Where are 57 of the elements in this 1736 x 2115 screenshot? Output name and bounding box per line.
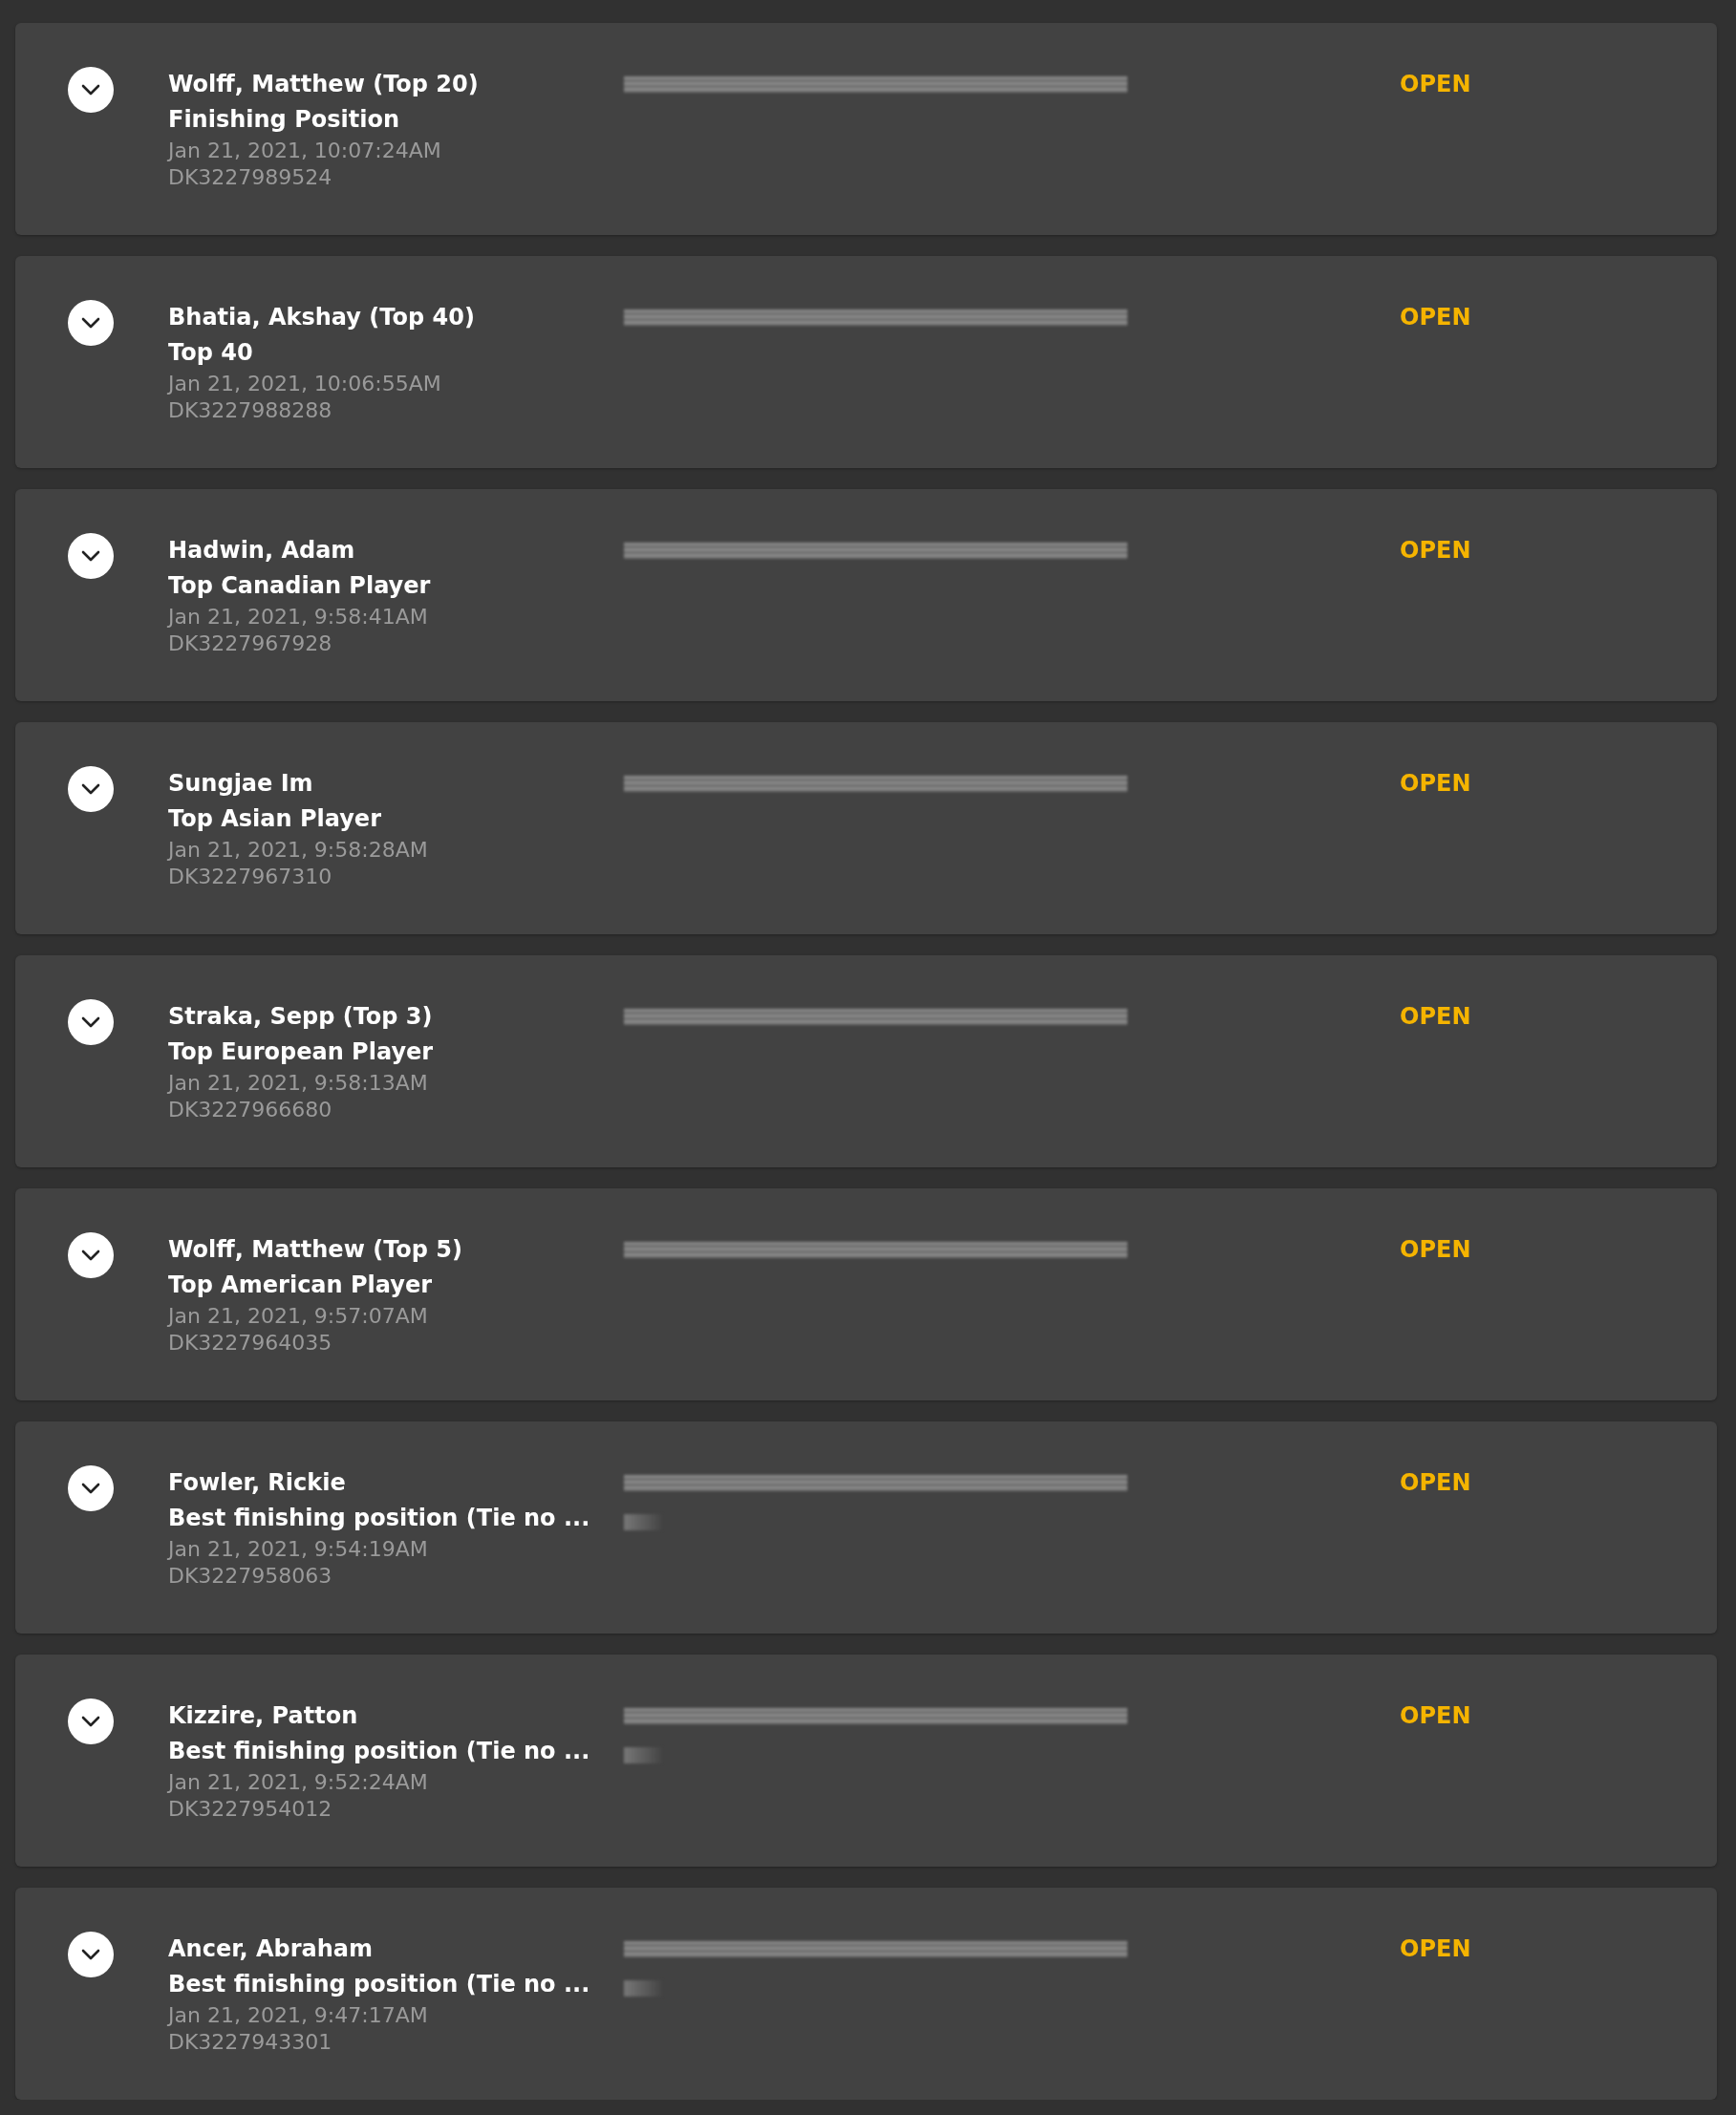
ticket-id: DK3227966680 [168,1097,333,1123]
selection-name: Kizzire, Patton [168,1701,359,1731]
ticket-id: DK3227943301 [168,2029,333,2056]
status-label: OPEN [1400,1236,1471,1263]
status-label: OPEN [1400,1003,1471,1030]
placed-time: Jan 21, 2021, 9:58:28AM [168,837,429,864]
placed-time: Jan 21, 2021, 9:58:13AM [168,1070,429,1097]
redacted-bar [624,1514,662,1530]
selection-name: Ancer, Abraham [168,1934,375,1964]
ticket-id: DK3227989524 [168,164,333,191]
selection-name: Wolff, Matthew (Top 5) [168,1235,463,1265]
placed-time: Jan 21, 2021, 9:57:07AM [168,1303,429,1330]
ticket-id: DK3227964035 [168,1330,333,1357]
selection-name: Fowler, Rickie [168,1468,347,1498]
expand-button[interactable] [68,1465,114,1511]
status-label: OPEN [1400,1935,1471,1962]
market-name: Top 40 [168,338,254,368]
market-name: Top Asian Player [168,804,382,834]
placed-time: Jan 21, 2021, 9:58:41AM [168,604,429,630]
market-name: Top Canadian Player [168,571,432,601]
placed-time: Jan 21, 2021, 10:06:55AM [168,371,442,397]
market-name: Finishing Position [168,105,400,135]
market-name: Best finishing position (Tie no ... [168,1504,591,1533]
status-label: OPEN [1400,1469,1471,1496]
expand-button[interactable] [68,1932,114,1977]
expand-button[interactable] [68,1698,114,1744]
status-label: OPEN [1400,1702,1471,1729]
ticket-id: DK3227967928 [168,630,333,657]
selection-name: Sungjae Im [168,769,314,799]
ticket-id: DK3227988288 [168,397,333,424]
market-name: Top American Player [168,1271,434,1300]
ticket-id: DK3227967310 [168,864,333,890]
status-label: OPEN [1400,71,1471,97]
status-label: OPEN [1400,537,1471,564]
expand-button[interactable] [68,1232,114,1278]
expand-button[interactable] [68,300,114,346]
redacted-bar [624,1980,662,1997]
placed-time: Jan 21, 2021, 9:54:19AM [168,1536,429,1563]
expand-button[interactable] [68,533,114,579]
market-name: Top European Player [168,1037,435,1067]
market-name: Best finishing position (Tie no ... [168,1970,591,1999]
selection-name: Bhatia, Akshay (Top 40) [168,303,476,332]
selection-name: Hadwin, Adam [168,536,356,566]
market-name: Best finishing position (Tie no ... [168,1737,591,1766]
placed-time: Jan 21, 2021, 10:07:24AM [168,138,442,164]
selection-name: Straka, Sepp (Top 3) [168,1002,434,1032]
ticket-id: DK3227958063 [168,1563,333,1590]
placed-time: Jan 21, 2021, 9:47:17AM [168,2002,429,2029]
selection-name: Wolff, Matthew (Top 20) [168,70,480,99]
expand-button[interactable] [68,766,114,812]
ticket-id: DK3227954012 [168,1796,333,1823]
redacted-bar [624,1747,662,1763]
expand-button[interactable] [68,999,114,1045]
status-label: OPEN [1400,304,1471,331]
status-label: OPEN [1400,770,1471,797]
expand-button[interactable] [68,67,114,113]
placed-time: Jan 21, 2021, 9:52:24AM [168,1769,429,1796]
